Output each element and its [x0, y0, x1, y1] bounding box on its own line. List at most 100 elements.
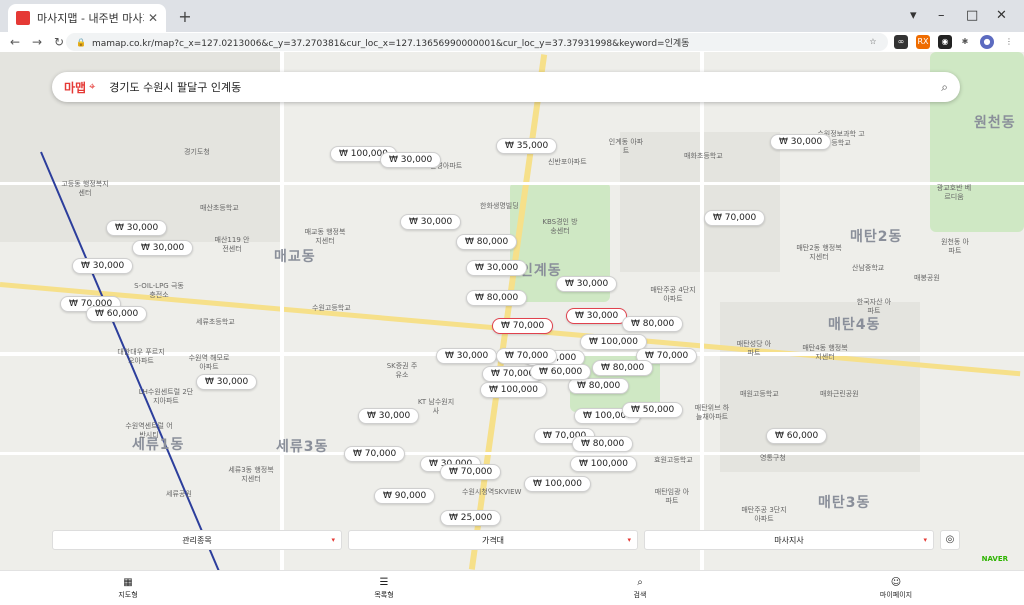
- poi-label: 매탄2동 행정복지센터: [796, 244, 842, 261]
- poi-label: 수원역 해모로아파트: [188, 354, 230, 371]
- road: [700, 52, 704, 570]
- price-pin[interactable]: ₩ 30,000: [400, 214, 462, 230]
- price-pin[interactable]: ₩ 60,000: [766, 428, 828, 444]
- poi-label: SK증권 주유소: [386, 362, 418, 379]
- nav-map[interactable]: ▦ 지도형: [0, 571, 256, 605]
- price-pin[interactable]: ₩ 30,000: [196, 374, 258, 390]
- search-icon[interactable]: ⌕: [941, 80, 948, 95]
- chevron-down-icon: ▾: [627, 536, 631, 544]
- area-label: 매교동: [274, 249, 316, 265]
- price-pin[interactable]: ₩ 70,000: [440, 464, 502, 480]
- map-canvas[interactable]: 매교동 세류3동 매탄2동 매탄4동 매탄3동 원천동 세류1동 인계동 경기도…: [0, 52, 1024, 570]
- nav-mypage[interactable]: ☺ 마이페이지: [768, 571, 1024, 605]
- area-label: 세류3동: [276, 439, 329, 455]
- price-pin[interactable]: ₩ 70,000: [344, 446, 406, 462]
- maximize-button[interactable]: □: [966, 8, 978, 23]
- price-pin[interactable]: ₩ 80,000: [622, 316, 684, 332]
- poi-label: 매산119 안전센터: [214, 236, 250, 253]
- poi-label: 수원고등학교: [312, 304, 351, 312]
- price-pin[interactable]: ₩ 80,000: [456, 234, 518, 250]
- poi-label: 대한대우 푸르지오아파트: [117, 348, 165, 365]
- poi-label: 원천동 아파트: [941, 238, 969, 255]
- price-pin[interactable]: ₩ 100,000: [570, 456, 637, 472]
- price-pin[interactable]: ₩ 30,000: [106, 220, 168, 236]
- price-pin[interactable]: ₩ 30,000: [436, 348, 498, 364]
- extension-glasses-icon[interactable]: ∞: [894, 35, 908, 49]
- poi-label: 매화초등학교: [684, 152, 723, 160]
- price-pin[interactable]: ₩ 80,000: [592, 360, 654, 376]
- forward-icon[interactable]: →: [26, 35, 48, 49]
- price-pin[interactable]: ₩ 100,000: [480, 382, 547, 398]
- profile-avatar[interactable]: ●: [980, 35, 994, 49]
- browser-tab[interactable]: 마사지맵 - 내주변 마사지 최저가 ✕: [8, 4, 166, 32]
- poi-label: KBS경인 방송센터: [542, 218, 578, 235]
- minimize-button[interactable]: –: [938, 8, 945, 23]
- price-pin[interactable]: ₩ 30,000: [556, 276, 618, 292]
- filter-dropdown-therapist[interactable]: 마사지사 ▾: [644, 530, 934, 550]
- road: [0, 182, 1024, 185]
- tab-title: 마사지맵 - 내주변 마사지 최저가: [37, 12, 144, 25]
- user-icon: ☺: [890, 576, 902, 588]
- back-icon[interactable]: ←: [4, 35, 26, 49]
- price-pin[interactable]: ₩ 30,000: [380, 152, 442, 168]
- poi-label: 매화근린공원: [820, 390, 859, 398]
- poi-label: 수원시청역SKVIEW: [462, 488, 522, 496]
- star-icon[interactable]: ☆: [866, 35, 880, 49]
- app-logo[interactable]: 마맵: [64, 79, 86, 96]
- lock-icon: 🔒: [76, 37, 86, 47]
- chevron-down-icon: ▾: [331, 536, 335, 544]
- price-pin[interactable]: ₩ 30,000: [132, 240, 194, 256]
- price-pin[interactable]: ₩ 70,000: [704, 210, 766, 226]
- area-label: 매탄2동: [850, 229, 903, 245]
- poi-label: 세류공원: [166, 490, 192, 498]
- filter-label: 관리종목: [182, 535, 212, 545]
- poi-label: 경기도청: [184, 148, 210, 156]
- filter-bar: 관리종목 ▾ 가격대 ▾ 마사지사 ▾ ◎: [52, 530, 972, 550]
- nav-search[interactable]: ⌕ 검색: [512, 571, 768, 605]
- price-pin[interactable]: ₩ 80,000: [568, 378, 630, 394]
- tab-search-icon[interactable]: ▾: [910, 8, 917, 23]
- price-pin[interactable]: ₩ 90,000: [374, 488, 436, 504]
- poi-label: 매교동 행정복지센터: [304, 228, 346, 245]
- price-pin[interactable]: ₩ 30,000: [358, 408, 420, 424]
- address-bar[interactable]: 🔒 mamap.co.kr/map?c_x=127.0213006&c_y=37…: [66, 33, 888, 51]
- nav-label: 검색: [633, 590, 647, 599]
- filter-dropdown-price[interactable]: 가격대 ▾: [348, 530, 638, 550]
- poi-label: 매원고등학교: [740, 390, 779, 398]
- current-location-button[interactable]: ◎: [940, 530, 960, 550]
- poi-label: 매탄주공 3단지아파트: [741, 506, 787, 523]
- area-label: 매탄3동: [818, 495, 871, 511]
- extension-dark-icon[interactable]: ◉: [938, 35, 952, 49]
- new-tab-button[interactable]: +: [176, 7, 194, 26]
- price-pin[interactable]: ₩ 100,000: [580, 334, 647, 350]
- price-pin[interactable]: ₩ 100,000: [524, 476, 591, 492]
- price-pin[interactable]: ₩ 35,000: [496, 138, 558, 154]
- close-window-button[interactable]: ✕: [996, 8, 1007, 23]
- poi-label: 세류3동 행정복지센터: [228, 466, 274, 483]
- price-pin[interactable]: ₩ 30,000: [466, 260, 528, 276]
- price-pin[interactable]: ₩ 70,000: [496, 348, 558, 364]
- price-pin[interactable]: ₩ 60,000: [530, 364, 592, 380]
- price-pin[interactable]: ₩ 80,000: [466, 290, 528, 306]
- extension-rx-icon[interactable]: RX: [916, 35, 930, 49]
- price-pin[interactable]: ₩ 80,000: [572, 436, 634, 452]
- price-pin[interactable]: ₩ 60,000: [86, 306, 148, 322]
- price-pin[interactable]: ₩ 50,000: [622, 402, 684, 418]
- filter-label: 마사지사: [774, 535, 804, 545]
- price-pin[interactable]: ₩ 30,000: [72, 258, 134, 274]
- poi-label: 영통구청: [760, 454, 786, 462]
- poi-label: 수원역센트럴 어반시티: [125, 422, 173, 439]
- nav-list[interactable]: ☰ 목록형: [256, 571, 512, 605]
- browser-tabbar: 마사지맵 - 내주변 마사지 최저가 ✕ + ▾ – □ ✕: [0, 0, 1024, 32]
- search-input[interactable]: [109, 80, 942, 94]
- poi-label: 매탄위브 하늘채아파트: [694, 404, 730, 421]
- url-text: mamap.co.kr/map?c_x=127.0213006&c_y=37.2…: [91, 38, 690, 49]
- extensions-puzzle-icon[interactable]: ✱: [958, 35, 972, 49]
- price-pin-selected[interactable]: ₩ 30,000: [566, 308, 628, 324]
- tab-close-icon[interactable]: ✕: [148, 11, 158, 25]
- price-pin[interactable]: ₩ 30,000: [770, 134, 832, 150]
- price-pin-selected[interactable]: ₩ 70,000: [492, 318, 554, 334]
- price-pin[interactable]: ₩ 25,000: [440, 510, 502, 526]
- menu-dots-icon[interactable]: ⋮: [1002, 35, 1016, 49]
- filter-dropdown-category[interactable]: 관리종목 ▾: [52, 530, 342, 550]
